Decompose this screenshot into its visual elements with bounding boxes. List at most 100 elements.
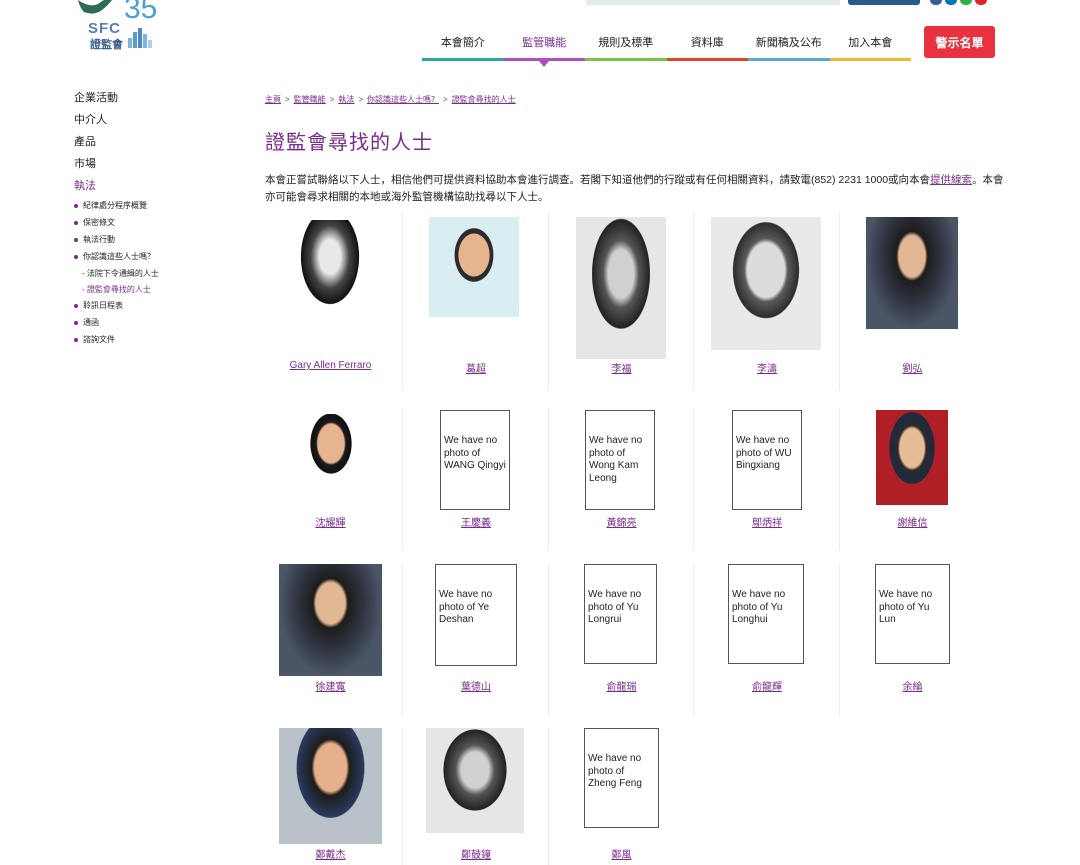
no-photo-placeholder[interactable]: We have no photo of WU Bingxiang	[732, 410, 802, 510]
breadcrumb-link[interactable]: 證監會尋找的人士	[452, 95, 516, 104]
person-name-link[interactable]: 鄔炳祥	[695, 514, 840, 529]
person-name-link[interactable]: 俞龍輝	[695, 678, 840, 693]
sidebar-item-label: 紀律處分程序概覽	[83, 201, 147, 210]
sidebar-item[interactable]: - 法院下令通緝的人士	[74, 268, 254, 284]
person-photo[interactable]	[866, 217, 958, 329]
nav-item[interactable]: 資料庫	[666, 24, 748, 61]
sidebar-item[interactable]: 企業活動	[74, 90, 254, 112]
sidebar-item[interactable]: 市場	[74, 156, 254, 178]
breadcrumb-link[interactable]: 執法	[338, 95, 354, 104]
nav-underline	[748, 58, 830, 61]
breadcrumb-link[interactable]: 你認識這些人士嗎？	[367, 95, 439, 104]
search-bar[interactable]	[586, 0, 840, 5]
person-name-link[interactable]: 謝維信	[840, 514, 985, 529]
person-photo[interactable]	[426, 728, 524, 833]
breadcrumb-link[interactable]: 主頁	[265, 95, 281, 104]
sidebar-item-label: - 證監會尋找的人士	[82, 285, 151, 294]
bullet-icon	[74, 320, 78, 325]
no-photo-placeholder[interactable]: We have no photo of Yu Longhui	[728, 564, 804, 664]
bullet-icon	[74, 220, 78, 225]
breadcrumb-link[interactable]: 監管職能	[294, 95, 326, 104]
sidebar-item[interactable]: 保密條文	[74, 217, 254, 234]
person-name-link[interactable]: 劉弘	[840, 360, 985, 375]
sidebar-item[interactable]: 執法行動	[74, 234, 254, 251]
no-photo-placeholder[interactable]: We have no photo of Ye Deshan	[435, 564, 517, 666]
person-name-link[interactable]: 徐建寬	[258, 678, 403, 693]
skyline-icon	[128, 28, 152, 48]
sidebar-item[interactable]: 執法	[74, 178, 254, 200]
person-name-link[interactable]: 鄭鼓鐘	[404, 846, 549, 861]
person-name-link[interactable]: 李濤	[695, 360, 840, 375]
sidebar-item[interactable]: 你認識這些人士嗎？	[74, 251, 254, 268]
sidebar-item-label: 諮詢文件	[83, 335, 115, 344]
logo-number: 35	[124, 0, 158, 25]
sidebar-item-label: 你認識這些人士嗎？	[83, 252, 155, 261]
sidebar-item[interactable]: 產品	[74, 134, 254, 156]
person-name-link[interactable]: 余綸	[840, 678, 985, 693]
nav-item[interactable]: 新聞稿及公布	[748, 24, 830, 61]
no-photo-placeholder[interactable]: We have no photo of Zheng Feng	[584, 728, 659, 828]
person-name-link[interactable]: 王慶義	[404, 514, 549, 529]
person-photo[interactable]	[711, 217, 821, 350]
person-name-link[interactable]: 鄭風	[549, 846, 694, 861]
logo-text: SFC	[88, 20, 121, 37]
sidebar-item-label: 保密條文	[83, 218, 115, 227]
tip-off-link[interactable]: 提供線索	[930, 174, 972, 186]
person-name-link[interactable]: 李福	[549, 360, 694, 375]
linkedin-icon[interactable]	[945, 0, 957, 5]
bird-logo-icon	[78, 0, 112, 14]
sidebar-item-label: 執法	[74, 180, 96, 192]
nav-item-label: 資料庫	[690, 37, 724, 49]
person-photo[interactable]	[576, 217, 666, 359]
person-name-link[interactable]: 葛超	[404, 360, 549, 375]
nav-item-label: 規則及標準	[598, 37, 654, 49]
sidebar-item[interactable]: - 證監會尋找的人士	[74, 284, 254, 300]
nav-item-label: 本會簡介	[440, 37, 485, 49]
person-photo[interactable]	[429, 217, 519, 317]
nav-item[interactable]: 規則及標準	[585, 24, 667, 61]
sidebar-item[interactable]: 通函	[74, 317, 254, 334]
no-photo-placeholder[interactable]: We have no photo of Yu Longrui	[584, 564, 657, 664]
person-photo[interactable]	[296, 220, 364, 312]
nav-underline	[666, 58, 748, 61]
person-name-link[interactable]: 俞龍瑞	[549, 678, 694, 693]
person-name-link[interactable]: 沈耀輝	[258, 514, 403, 529]
nav-item[interactable]: 本會簡介	[422, 24, 504, 61]
wechat-icon[interactable]	[960, 0, 972, 5]
breadcrumb-separator-icon: >	[285, 95, 290, 104]
social-links	[930, 0, 987, 5]
top-button[interactable]	[848, 0, 920, 5]
sidebar-item[interactable]: 紀律處分程序概覽	[74, 200, 254, 217]
person-name-link[interactable]: Gary Allen Ferraro	[258, 360, 403, 371]
alert-list-button[interactable]: 警示名單	[924, 26, 995, 58]
sidebar-item-label: 通函	[83, 318, 99, 327]
person-name-link[interactable]: 鄭戴杰	[258, 846, 403, 861]
nav-item[interactable]: 監管職能	[503, 24, 585, 67]
intro-text-part: 本會正嘗試聯絡以下人士，相信他們可提供資料協助本會進行調查。若閣下知道他們的行蹤…	[265, 174, 931, 186]
nav-underline	[422, 58, 504, 61]
no-photo-placeholder[interactable]: We have no photo of Yu Lun	[875, 564, 950, 664]
sidebar-item-label: - 法院下令通緝的人士	[82, 269, 159, 278]
person-name-link[interactable]: 葉德山	[404, 678, 549, 693]
sidebar-item[interactable]: 聆訊日程表	[74, 300, 254, 317]
person-photo[interactable]	[279, 564, 382, 676]
no-photo-placeholder[interactable]: We have no photo of Wong Kam Leong	[585, 410, 655, 510]
facebook-icon[interactable]	[930, 0, 942, 5]
nav-item-label: 新聞稿及公布	[755, 37, 822, 49]
person-photo[interactable]	[279, 728, 382, 844]
sidebar-item[interactable]: 中介人	[74, 112, 254, 134]
sidebar-item-label: 執法行動	[83, 235, 115, 244]
breadcrumb-separator-icon: >	[329, 95, 335, 104]
page-title: 證監會尋找的人士	[265, 132, 433, 154]
youtube-icon[interactable]	[975, 0, 987, 5]
person-photo[interactable]	[295, 414, 367, 496]
sidebar-item[interactable]: 諮詢文件	[74, 334, 254, 351]
person-name-link[interactable]: 黃錦亮	[549, 514, 694, 529]
bullet-icon	[74, 237, 78, 242]
sfc-logo[interactable]: SFC 35 證監會	[74, 0, 164, 52]
nav-item[interactable]: 加入本會	[829, 24, 911, 61]
person-photo[interactable]	[876, 410, 948, 505]
no-photo-placeholder[interactable]: We have no photo of WANG Qingyi	[440, 410, 510, 510]
bullet-icon	[74, 203, 78, 208]
active-caret-icon	[539, 61, 550, 67]
